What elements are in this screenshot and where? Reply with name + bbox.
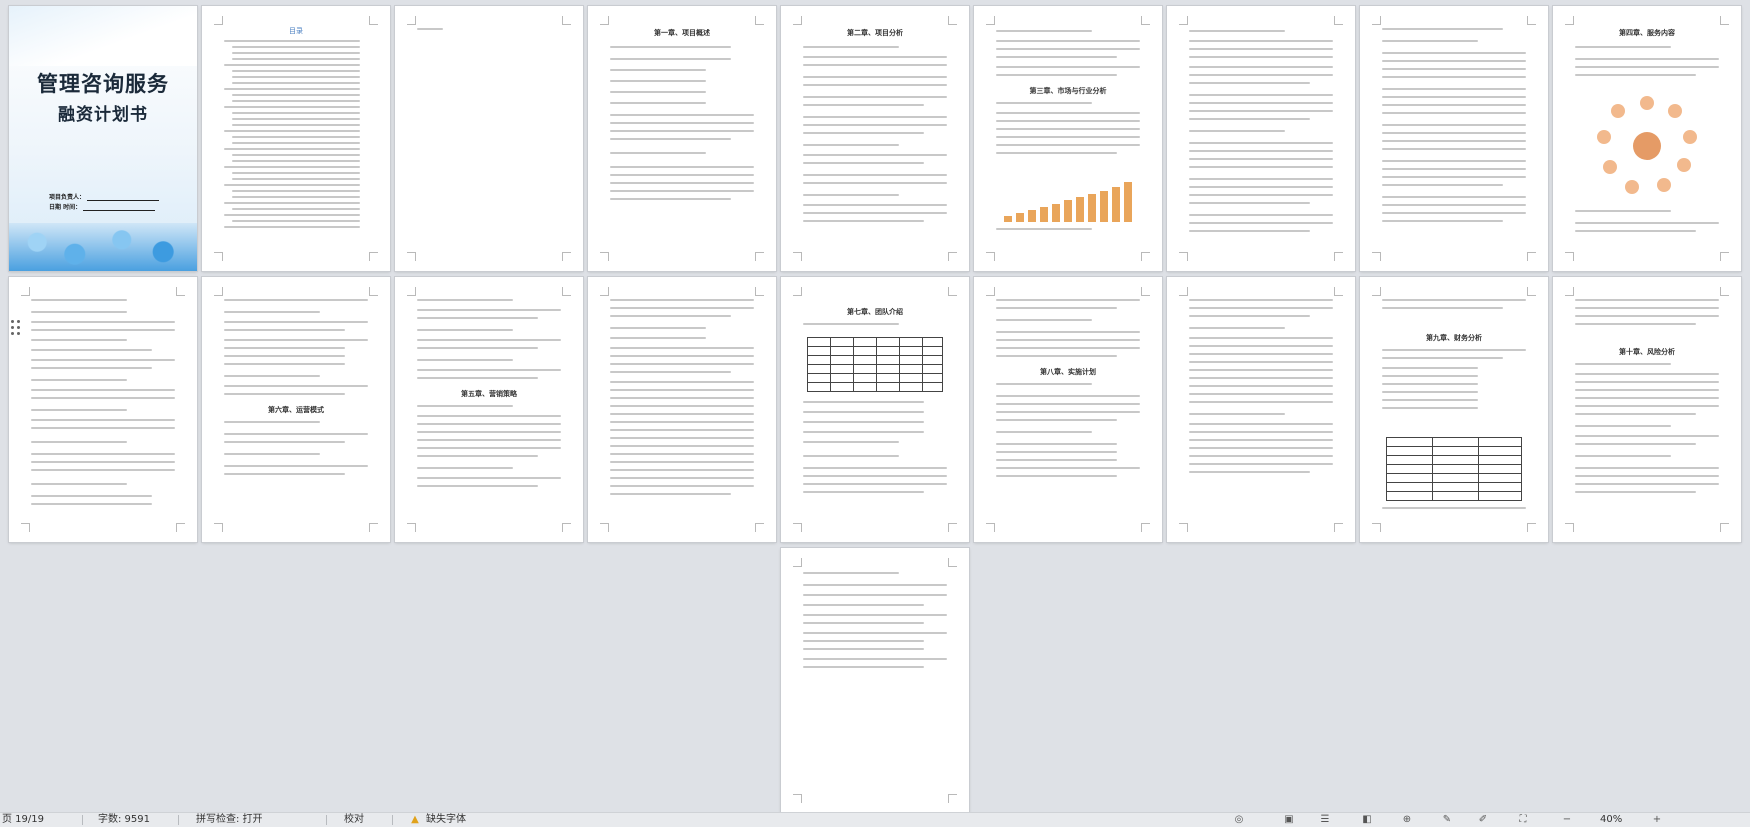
page-thumbnail-19[interactable]	[781, 548, 969, 813]
page-thumbnail-12[interactable]: 第五章、营销策略	[395, 277, 583, 542]
page-thumbnail-15[interactable]: 第八章、实施计划	[974, 277, 1162, 542]
page-thumbnail-8[interactable]	[1360, 6, 1548, 271]
page-heading: 第七章、团队介绍	[847, 307, 903, 316]
toc-heading: 目录	[289, 27, 303, 35]
drag-grip-icon[interactable]	[11, 320, 23, 338]
cover-owner-field: 项目负责人：	[49, 192, 160, 201]
zoom-in-icon[interactable]: +	[1650, 815, 1664, 825]
team-table	[807, 337, 943, 392]
page-heading: 第六章、运营模式	[268, 405, 324, 414]
fit-page-icon[interactable]: ⛶	[1516, 815, 1530, 825]
page-thumbnail-14-table[interactable]: 第七章、团队介绍	[781, 277, 969, 542]
page-thumbnail-18[interactable]: 第十章、风险分析	[1553, 277, 1741, 542]
page-thumbnail-9-wheel[interactable]: 第四章、服务内容	[1553, 6, 1741, 271]
read-mode-icon[interactable]: ◧	[1360, 815, 1374, 825]
page-thumbnail-6-chart[interactable]: 第三章、市场与行业分析	[974, 6, 1162, 271]
page-thumbnail-toc[interactable]: 目录	[202, 6, 390, 271]
spell-check-status[interactable]: 拼写检查: 打开	[196, 813, 263, 827]
document-workspace[interactable]: 管理咨询服务 融资计划书 项目负责人： 日期 时间： 目录 第一章、项目概述 第…	[0, 0, 1750, 813]
outline-view-icon[interactable]: ☰	[1318, 815, 1332, 825]
status-bar: 页 19/19 字数: 9591 拼写检查: 打开 校对 ▲ 缺失字体 ◎ ▣ …	[0, 812, 1750, 827]
page-thumbnail-10[interactable]	[9, 277, 197, 542]
word-count[interactable]: 字数: 9591	[98, 813, 150, 827]
cover-subtitle: 融资计划书	[58, 105, 148, 125]
eye-protect-icon[interactable]: ◎	[1232, 815, 1246, 825]
cover-hexagon-band	[9, 223, 197, 271]
cover-top-decoration	[9, 6, 197, 66]
page-thumbnail-cover[interactable]: 管理咨询服务 融资计划书 项目负责人： 日期 时间：	[9, 6, 197, 271]
page-heading: 第四章、服务内容	[1619, 28, 1675, 37]
page-heading: 第八章、实施计划	[1040, 367, 1096, 376]
write-mode-icon[interactable]: ✎	[1440, 815, 1454, 825]
service-wheel-diagram	[1597, 96, 1697, 196]
web-view-icon[interactable]: ⊕	[1400, 815, 1414, 825]
pen-icon[interactable]: ✐	[1476, 815, 1490, 825]
page-thumbnail-13[interactable]	[588, 277, 776, 542]
page-heading: 第三章、市场与行业分析	[1029, 86, 1107, 95]
page-heading: 第二章、项目分析	[847, 28, 903, 37]
page-heading: 第五章、营销策略	[461, 389, 517, 398]
page-thumbnail-7[interactable]	[1167, 6, 1355, 271]
cover-date-field: 日期 时间：	[49, 202, 156, 211]
cover-date-label: 日期 时间：	[49, 204, 82, 211]
zoom-level[interactable]: 40%	[1600, 813, 1622, 827]
page-heading: 第十章、风险分析	[1619, 347, 1675, 356]
page-indicator[interactable]: 页 19/19	[2, 813, 44, 827]
page-thumbnail-3[interactable]	[395, 6, 583, 271]
finance-table	[1386, 437, 1522, 501]
proofread-button[interactable]: 校对	[344, 813, 364, 827]
page-heading: 第一章、项目概述	[654, 28, 710, 37]
page-thumbnail-16[interactable]	[1167, 277, 1355, 542]
cover-title: 管理咨询服务	[37, 71, 169, 96]
page-thumbnail-17-finance[interactable]: 第九章、财务分析	[1360, 277, 1548, 542]
warning-icon: ▲	[411, 814, 419, 825]
page-thumbnail-5[interactable]: 第二章、项目分析	[781, 6, 969, 271]
cover-owner-label: 项目负责人：	[49, 194, 86, 201]
page-thumbnail-4[interactable]: 第一章、项目概述	[588, 6, 776, 271]
page-heading: 第九章、财务分析	[1426, 333, 1482, 342]
page-bar-chart	[1004, 182, 1132, 222]
zoom-out-icon[interactable]: −	[1560, 815, 1574, 825]
missing-font-button[interactable]: 缺失字体	[426, 813, 466, 827]
page-thumbnail-11[interactable]: 第六章、运营模式	[202, 277, 390, 542]
page-view-icon[interactable]: ▣	[1282, 815, 1296, 825]
